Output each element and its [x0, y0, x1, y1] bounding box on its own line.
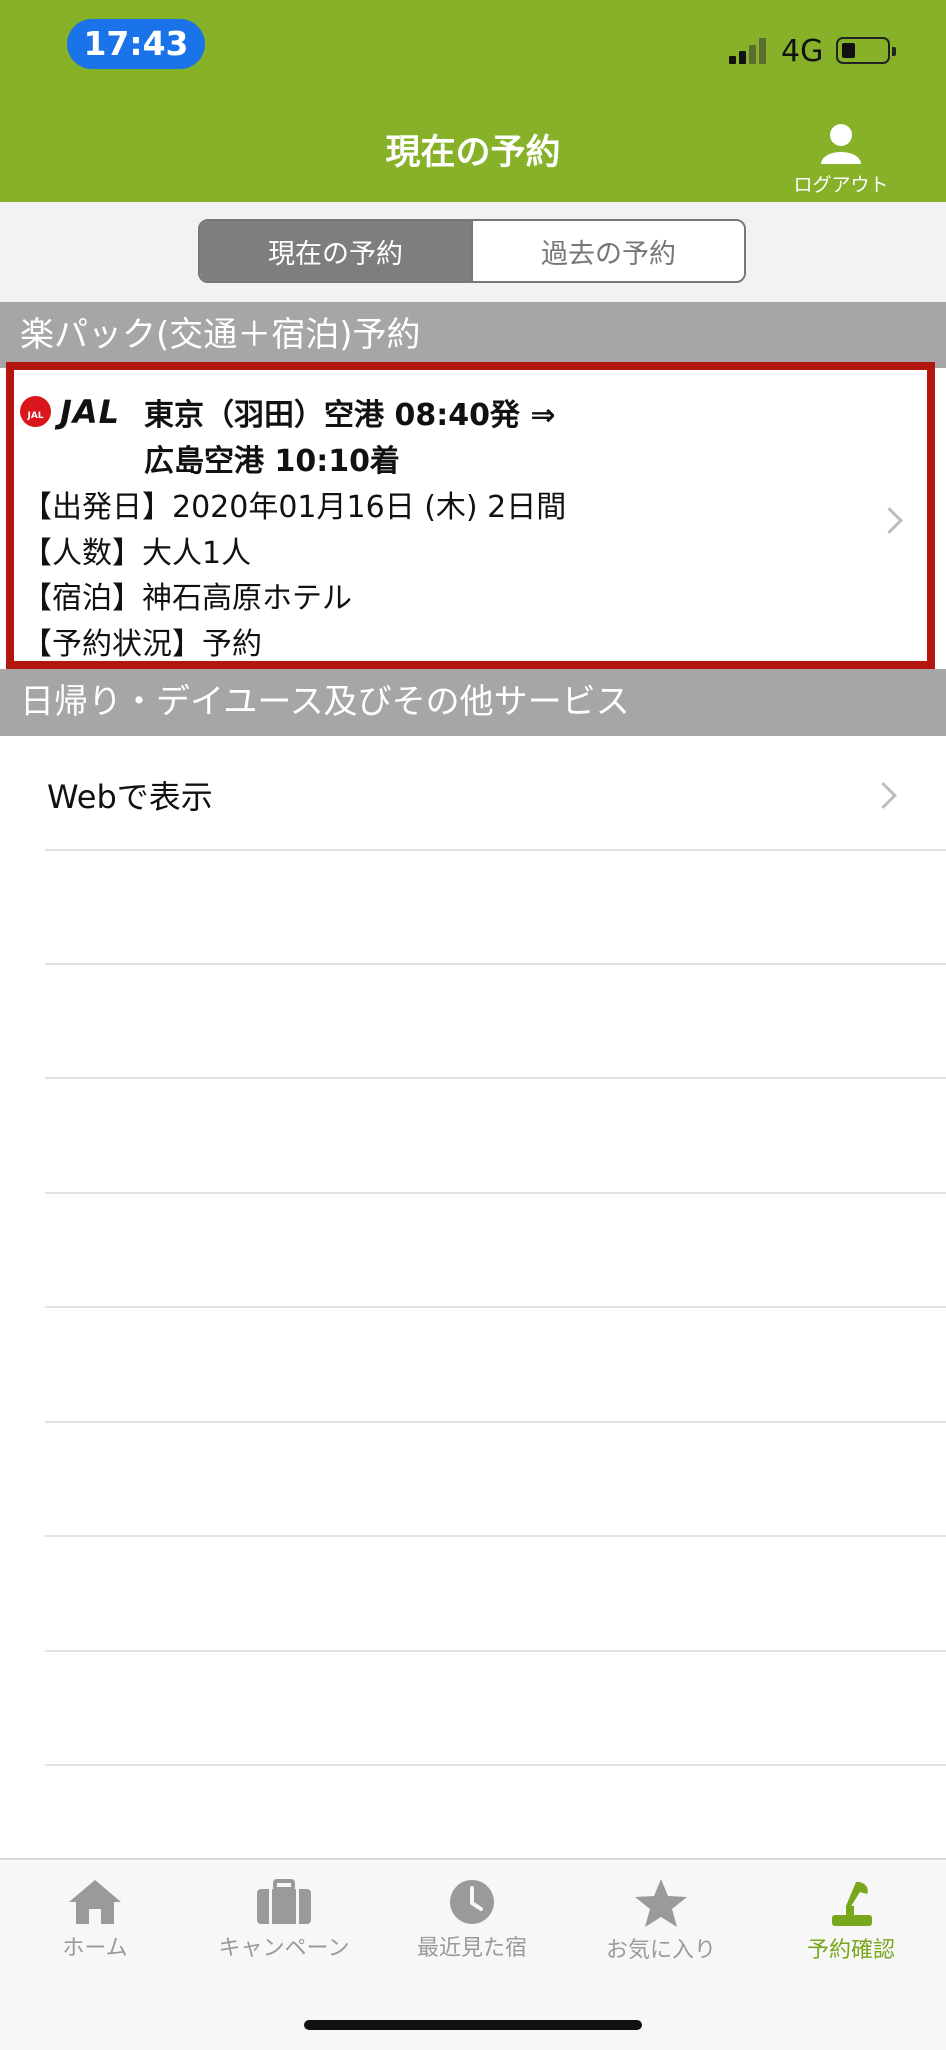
bell-icon: [832, 1881, 872, 1926]
hotel-name: 【宿泊】神石高原ホテル: [22, 581, 352, 616]
section-header-package: 楽パック(交通＋宿泊)予約: [0, 302, 946, 368]
star-icon: [635, 1879, 687, 1927]
person-icon: [821, 124, 861, 164]
web-view-row[interactable]: Webで表示: [0, 736, 946, 850]
tab-home[interactable]: ホーム: [10, 1878, 180, 1978]
chevron-right-icon: [870, 782, 897, 809]
list-divider: [45, 1192, 946, 1194]
guest-count: 【人数】大人1人: [22, 536, 252, 571]
logout-button[interactable]: ログアウト: [786, 122, 896, 196]
list-divider: [45, 1764, 946, 1766]
section-header-daytrip: 日帰り・デイユース及びその他サービス: [0, 669, 946, 736]
list-divider: [45, 1306, 946, 1308]
tab-past-reservations[interactable]: 過去の予約: [471, 221, 744, 281]
booking-status: 【予約状況】予約: [22, 627, 262, 662]
app-header: 17:43 4G 現在の予約 ログアウト: [0, 0, 946, 202]
home-indicator: [304, 2020, 642, 2030]
web-view-label: Webで表示: [47, 778, 213, 816]
jal-crane-icon: JAL: [20, 396, 51, 427]
battery-icon: [836, 37, 896, 64]
signal-icon: [729, 38, 769, 64]
list-divider: [45, 1421, 946, 1423]
tab-favorites[interactable]: お気に入り: [576, 1878, 746, 1978]
briefcase-icon: [257, 1879, 311, 1924]
segment-bar: 現在の予約 過去の予約: [0, 202, 946, 302]
flight-arrival: 広島空港 10:10着: [144, 444, 400, 479]
airline-logo: JAL JAL: [20, 393, 130, 432]
logout-label: ログアウト: [793, 174, 889, 196]
status-time: 17:43: [67, 19, 205, 69]
tab-campaign[interactable]: キャンペーン: [199, 1878, 369, 1978]
home-icon: [69, 1880, 121, 1924]
reservation-segment: 現在の予約 過去の予約: [198, 219, 746, 283]
list-divider: [45, 849, 946, 851]
list-divider: [45, 1077, 946, 1079]
tab-reservations[interactable]: 予約確認: [766, 1878, 936, 1978]
clock-icon: [450, 1880, 494, 1924]
tab-current-reservations[interactable]: 現在の予約: [200, 221, 471, 281]
network-label: 4G: [781, 34, 824, 69]
departure-date: 【出発日】2020年01月16日 (木) 2日間: [22, 490, 567, 525]
list-divider: [45, 1535, 946, 1537]
flight-departure: 東京（羽田）空港 08:40発 ⇒: [144, 398, 556, 433]
list-divider: [45, 1650, 946, 1652]
tab-recently-viewed[interactable]: 最近見た宿: [387, 1878, 557, 1978]
list-divider: [45, 963, 946, 965]
chevron-right-icon: [876, 507, 903, 534]
booking-card[interactable]: JAL JAL 東京（羽田）空港 08:40発 ⇒ 広島空港 10:10着 【出…: [6, 362, 935, 669]
